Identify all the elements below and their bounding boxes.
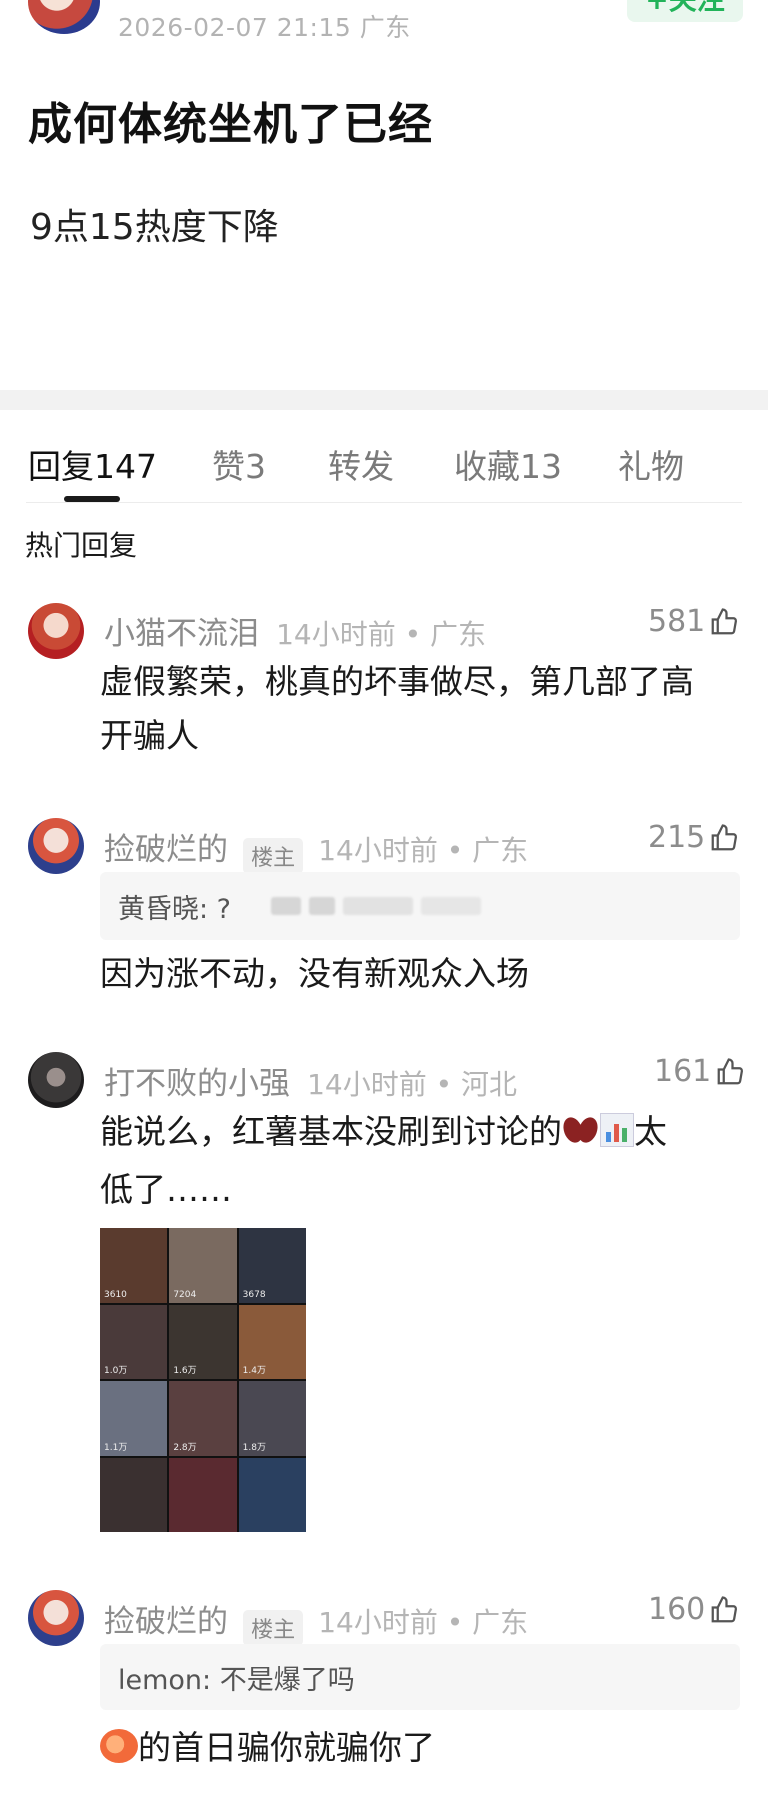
- comment-text: 的首日骗你就骗你了: [100, 1722, 435, 1774]
- tab-replies[interactable]: 回复147: [28, 440, 157, 488]
- comment-header: 小猫不流泪 14小时前 • 广东: [104, 608, 486, 653]
- comment-header: 捡破烂的 楼主 14小时前 • 广东: [104, 824, 528, 874]
- comment-avatar[interactable]: [28, 603, 84, 659]
- peach-emoji-icon: [100, 1729, 138, 1763]
- redacted-block: [421, 897, 482, 915]
- comment-image[interactable]: 3610 7204 3678 1.0万 1.6万 1.4万 1.1万 2.8万 …: [100, 1228, 306, 1532]
- comment-avatar[interactable]: [28, 818, 84, 874]
- section-divider: [0, 390, 768, 410]
- comment-header: 捡破烂的 楼主 14小时前 • 广东: [104, 1596, 528, 1646]
- follow-button[interactable]: +关注: [627, 0, 743, 22]
- comment-text-main: 的首日骗你就骗你了: [138, 1728, 435, 1767]
- quoted-reply[interactable]: lemon: 不是爆了吗: [100, 1644, 740, 1710]
- like-count: 161: [654, 1054, 712, 1089]
- tab-divider: [26, 502, 742, 503]
- comment-author[interactable]: 捡破烂的: [104, 832, 228, 868]
- thumbs-up-icon: [711, 823, 738, 850]
- author-avatar[interactable]: [28, 0, 100, 34]
- comment-time: 14小时前 • 广东: [318, 834, 529, 867]
- comment-text: 虚假繁荣，桃真的坏事做尽，第几部了高: [100, 662, 694, 701]
- comment-time: 14小时前 • 河北: [307, 1068, 518, 1101]
- comment-header: 打不败的小强 14小时前 • 河北: [104, 1058, 517, 1103]
- like-button[interactable]: 581: [648, 604, 739, 639]
- tab-favorites[interactable]: 收藏13: [454, 440, 562, 488]
- like-button[interactable]: 160: [648, 1592, 739, 1627]
- comment-author[interactable]: 小猫不流泪: [104, 616, 259, 652]
- thumbs-up-icon: [711, 607, 738, 634]
- owner-badge: 楼主: [243, 1609, 304, 1646]
- thumbs-up-icon: [717, 1057, 744, 1084]
- redacted-block: [271, 897, 302, 915]
- like-button[interactable]: 215: [648, 820, 739, 855]
- quote-text: 黄昏晓: ?: [118, 893, 232, 925]
- quoted-reply[interactable]: 黄昏晓: ?: [100, 872, 740, 940]
- quote-text: lemon: 不是爆了吗: [118, 1664, 355, 1696]
- comment-text: 能说么，红薯基本没刷到讨论的 太: [100, 1106, 667, 1158]
- comment-author[interactable]: 捡破烂的: [104, 1604, 228, 1640]
- post-meta: 2026-02-07 21:15 广东: [118, 13, 411, 42]
- comment-avatar[interactable]: [28, 1052, 84, 1108]
- post-body: 9点15热度下降: [30, 207, 279, 248]
- like-count: 160: [648, 1592, 706, 1627]
- comment-author[interactable]: 打不败的小强: [104, 1066, 290, 1102]
- post-title: 成何体统坐机了已经: [28, 99, 433, 150]
- comment-text-tail: 太: [634, 1112, 667, 1151]
- chart-emoji-icon: [600, 1113, 634, 1147]
- comment-time: 14小时前 • 广东: [276, 618, 487, 651]
- owner-badge: 楼主: [243, 837, 304, 874]
- tab-gifts[interactable]: 礼物: [618, 440, 684, 488]
- redacted-block: [309, 897, 336, 915]
- like-count: 581: [648, 604, 706, 639]
- tab-likes[interactable]: 赞3: [212, 440, 266, 488]
- thumbs-up-icon: [711, 1595, 738, 1622]
- bean-emoji-icon: [562, 1113, 600, 1147]
- hot-replies-heading: 热门回复: [25, 529, 138, 562]
- like-count: 215: [648, 820, 706, 855]
- redacted-block: [343, 897, 414, 915]
- tab-reposts[interactable]: 转发: [328, 440, 394, 488]
- like-button[interactable]: 161: [654, 1054, 745, 1089]
- comment-text: 因为涨不动，没有新观众入场: [100, 954, 529, 993]
- comment-time: 14小时前 • 广东: [318, 1606, 529, 1639]
- comment-text-cont: 低了……: [100, 1170, 232, 1209]
- comment-text-cont: 开骗人: [100, 716, 199, 755]
- comment-text-main: 能说么，红薯基本没刷到讨论的: [100, 1112, 562, 1151]
- comment-avatar[interactable]: [28, 1590, 84, 1646]
